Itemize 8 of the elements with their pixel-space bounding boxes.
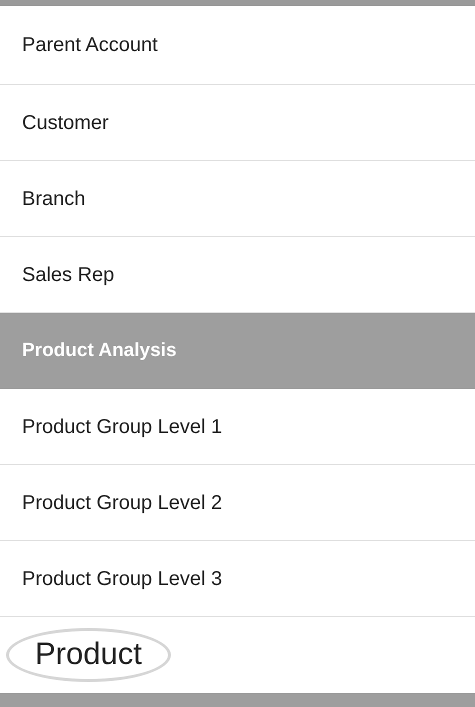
section-header: Product Analysis [0,313,475,389]
list-item[interactable]: Product Group Level 3 [0,541,475,617]
list-item[interactable]: Parent Account [0,6,475,85]
list-item[interactable]: Branch [0,161,475,237]
circled-list-item[interactable]: Product [6,628,171,682]
list-item[interactable]: Customer [0,85,475,161]
list-item[interactable]: Product Group Level 1 [0,389,475,465]
list-item[interactable]: Product Group Level 2 [0,465,475,541]
